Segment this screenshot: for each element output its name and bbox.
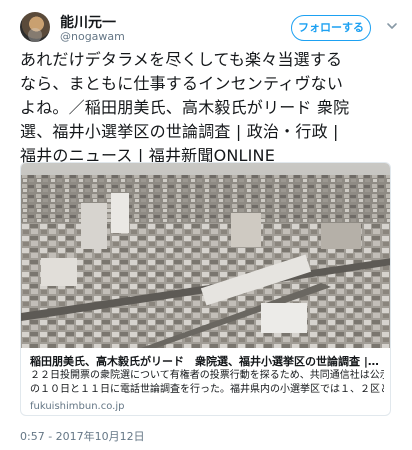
tweet-text-line: あれだけデタラメを尽くしても楽々当選する: [20, 50, 343, 69]
chevron-down-icon[interactable]: [386, 20, 398, 32]
card-description: ２２日投開票の衆院選について有権者の投票行動を探るため、共同通信社は公示日 の１…: [30, 369, 384, 397]
card-description-line: ２２日投開票の衆院選について有権者の投票行動を探るため、共同通信社は公示日: [30, 370, 384, 381]
author-name[interactable]: 能川元一: [60, 12, 116, 32]
avatar[interactable]: [20, 12, 50, 42]
follow-button[interactable]: フォローする: [291, 15, 371, 41]
tweet-header: 能川元一 @nogawam フォローする: [0, 0, 412, 46]
tweet-text-line: よね。／稲田朋美氏、高木毅氏がリード 衆院: [20, 98, 350, 117]
author-handle[interactable]: @nogawam: [60, 30, 125, 43]
tweet-text-line: 選、福井小選挙区の世論調査 | 政治・行政 |: [20, 122, 339, 141]
link-card[interactable]: 稲田朋美氏、高木毅氏がリード 衆院選、福井小選挙区の世論調査 | 政治・行政 |…: [20, 162, 391, 416]
tweet-text: あれだけデタラメを尽くしても楽々当選する なら、まともに仕事するインセンティヴな…: [20, 48, 392, 168]
card-domain: fukuishimbun.co.jp: [30, 401, 125, 412]
card-title: 稲田朋美氏、高木毅氏がリード 衆院選、福井小選挙区の世論調査 | 政治・行政 |…: [30, 355, 382, 368]
tweet-text-line: なら、まともに仕事するインセンティヴない: [20, 74, 344, 93]
card-description-line: の１０日と１１日に電話世論調査を行った。福井県内の小選挙区では１、２区とも...: [30, 384, 384, 395]
city-aerial-photo: [21, 163, 390, 348]
tweet-timestamp[interactable]: 0:57 - 2017年10月12日: [20, 428, 145, 444]
